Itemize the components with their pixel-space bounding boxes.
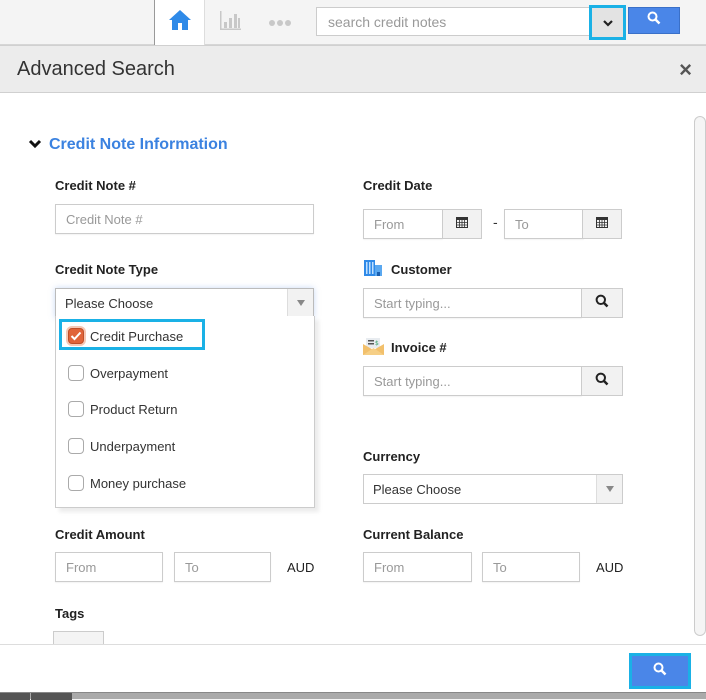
option-label: Product Return xyxy=(90,401,178,417)
option-label: Overpayment xyxy=(90,365,169,381)
calendar-icon xyxy=(456,215,468,233)
invoice-search-button[interactable] xyxy=(581,366,623,396)
nav-tab-home[interactable] xyxy=(155,0,205,45)
customer-label: Customer xyxy=(391,262,452,277)
invoice-label: Invoice # xyxy=(391,340,447,355)
credit-note-number-label: Credit Note # xyxy=(55,178,136,193)
nav-tabs xyxy=(154,0,305,45)
credit-date-to-input[interactable]: To xyxy=(504,209,584,239)
option-product-return[interactable]: Product Return xyxy=(68,401,177,417)
section-title: Credit Note Information xyxy=(49,136,228,153)
advanced-search-modal: Advanced Search × Credit Note Informatio… xyxy=(0,45,706,692)
option-label: Money purchase xyxy=(90,475,187,491)
option-label: Underpayment xyxy=(90,438,176,454)
caret-down-icon xyxy=(605,486,614,492)
more-dots-icon xyxy=(268,14,292,32)
building-icon xyxy=(363,259,383,282)
option-underpayment[interactable]: Underpayment xyxy=(68,438,175,454)
bar-chart-icon xyxy=(218,9,242,36)
current-balance-from-input[interactable]: From xyxy=(363,552,472,582)
top-bar: search credit notes xyxy=(0,0,706,45)
credit-note-type-select[interactable]: Please Choose xyxy=(55,288,314,318)
chevron-down-icon xyxy=(28,136,42,154)
modal-body: Credit Note Information Credit Note # Cr… xyxy=(0,93,706,644)
calendar-icon xyxy=(596,215,608,233)
highlight-box xyxy=(59,319,205,350)
customer-input[interactable]: Start typing... xyxy=(363,288,582,318)
search-input[interactable]: search credit notes xyxy=(316,7,590,36)
checkbox[interactable] xyxy=(68,475,84,491)
option-money-purchase[interactable]: Money purchase xyxy=(68,475,186,491)
section-toggle[interactable]: Credit Note Information xyxy=(28,136,228,154)
advanced-search-toggle-button[interactable] xyxy=(589,5,626,40)
credit-date-to-calendar-button[interactable] xyxy=(582,209,622,239)
credit-date-from-calendar-button[interactable] xyxy=(442,209,482,239)
scrollbar[interactable] xyxy=(694,116,706,636)
search-icon xyxy=(595,372,609,391)
credit-amount-label: Credit Amount xyxy=(55,527,145,542)
option-overpayment[interactable]: Overpayment xyxy=(68,365,168,381)
bottom-strip xyxy=(0,692,706,700)
svg-text:$: $ xyxy=(375,340,379,347)
credit-note-number-input[interactable]: Credit Note # xyxy=(55,204,314,234)
modal-footer xyxy=(0,644,706,692)
dropdown-caret xyxy=(596,475,622,503)
advanced-search-submit-button[interactable] xyxy=(629,653,691,689)
credit-note-type-label: Credit Note Type xyxy=(55,262,159,277)
checkbox[interactable] xyxy=(68,401,84,417)
checkbox[interactable] xyxy=(68,365,84,381)
search-button[interactable] xyxy=(628,7,680,34)
search-icon xyxy=(647,11,661,30)
tags-input[interactable] xyxy=(53,631,104,644)
chevron-down-icon xyxy=(602,14,613,32)
credit-amount-to-input[interactable]: To xyxy=(174,552,271,582)
current-balance-label: Current Balance xyxy=(363,527,464,542)
caret-down-icon xyxy=(296,300,305,306)
nav-tab-reports[interactable] xyxy=(205,0,255,45)
currency-selected: Please Choose xyxy=(373,482,462,497)
home-icon xyxy=(168,9,192,36)
credit-amount-currency: AUD xyxy=(287,560,315,575)
dropdown-caret xyxy=(287,289,313,317)
modal-header: Advanced Search × xyxy=(0,45,706,93)
current-balance-to-input[interactable]: To xyxy=(482,552,580,582)
invoice-envelope-icon: $ xyxy=(363,337,384,360)
currency-label: Currency xyxy=(363,449,421,464)
nav-tab-more[interactable] xyxy=(255,0,305,45)
date-range-separator: - xyxy=(493,214,498,230)
credit-note-type-selected: Please Choose xyxy=(65,296,154,311)
credit-date-from-input[interactable]: From xyxy=(363,209,443,239)
current-balance-currency: AUD xyxy=(596,560,624,575)
credit-amount-from-input[interactable]: From xyxy=(55,552,163,582)
search-icon xyxy=(595,294,609,313)
invoice-input[interactable]: Start typing... xyxy=(363,366,582,396)
close-icon[interactable]: × xyxy=(679,59,692,81)
modal-title: Advanced Search xyxy=(17,58,175,80)
search-icon xyxy=(653,662,667,681)
currency-select[interactable]: Please Choose xyxy=(363,474,623,504)
tags-label: Tags xyxy=(55,606,85,621)
credit-date-label: Credit Date xyxy=(363,178,433,193)
customer-search-button[interactable] xyxy=(581,288,623,318)
checkbox[interactable] xyxy=(68,438,84,454)
